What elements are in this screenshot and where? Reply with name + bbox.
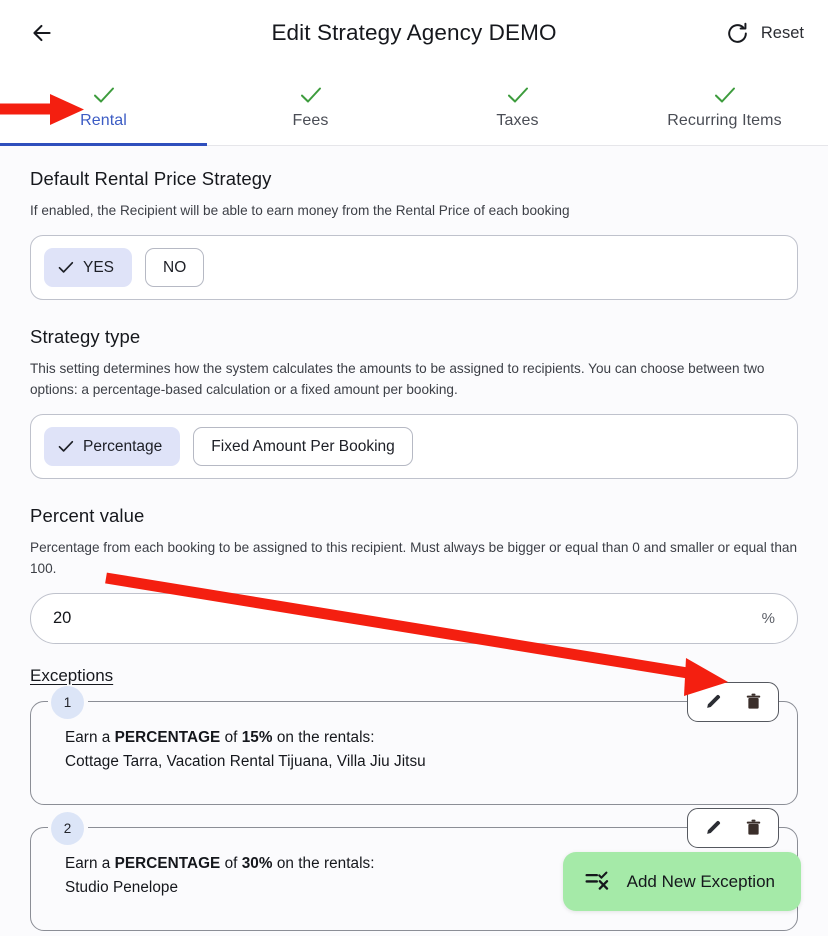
pencil-icon: [706, 821, 720, 835]
exception-card: 1 Earn a PERCENTAGE of 15% on the rental…: [30, 681, 798, 805]
exception-prefix: Earn a: [65, 854, 115, 872]
exception-number-badge: 2: [51, 811, 84, 845]
fab-label: Add New Exception: [626, 871, 775, 891]
percent-suffix: %: [761, 609, 775, 627]
percent-value-input[interactable]: [53, 608, 762, 628]
option-fixed-amount-label: Fixed Amount Per Booking: [211, 437, 395, 455]
reset-button[interactable]: Reset: [717, 15, 806, 52]
refresh-icon: [728, 22, 747, 43]
section-percent-value: Percent value Percentage from each booki…: [30, 505, 798, 644]
option-no[interactable]: NO: [145, 248, 205, 288]
edit-exception-button[interactable]: [701, 690, 725, 714]
trash-icon: [746, 820, 760, 836]
tab-recurring-items[interactable]: Recurring Items: [621, 66, 828, 145]
check-icon: [714, 85, 736, 105]
exception-middle: of: [220, 854, 242, 872]
section-title: Strategy type: [30, 326, 141, 348]
exception-type: PERCENTAGE: [114, 728, 221, 746]
edit-exception-button[interactable]: [701, 816, 725, 840]
tab-bar: Rental Fees Taxes Recurring Items: [0, 66, 828, 146]
check-icon: [58, 440, 74, 453]
option-no-label: NO: [163, 258, 187, 276]
tab-label-fees: Fees: [292, 112, 329, 129]
section-title: Percent value: [30, 505, 145, 527]
exception-amount: 30%: [241, 854, 273, 872]
exception-prefix: Earn a: [65, 728, 115, 746]
tab-label-recurring-items: Recurring Items: [667, 112, 782, 129]
exception-amount: 15%: [241, 728, 273, 746]
section-title: Default Rental Price Strategy: [30, 168, 272, 189]
exception-number-badge: 1: [51, 685, 84, 719]
section-description: If enabled, the Recipient will be able t…: [30, 203, 570, 218]
tab-taxes[interactable]: Taxes: [414, 66, 621, 145]
option-fixed-amount-per-booking[interactable]: Fixed Amount Per Booking: [193, 427, 413, 467]
delete-exception-button[interactable]: [741, 690, 765, 714]
exception-type: PERCENTAGE: [114, 854, 221, 872]
option-yes-label: YES: [83, 258, 115, 276]
section-strategy-type: Strategy type This setting determines ho…: [30, 326, 798, 480]
percent-value-field[interactable]: %: [30, 592, 798, 644]
app-header: Edit Strategy Agency DEMO Reset: [0, 0, 828, 66]
section-default-rental-price-strategy: Default Rental Price Strategy If enabled…: [30, 168, 798, 301]
check-icon: [507, 85, 529, 105]
tab-rental[interactable]: Rental: [0, 66, 207, 146]
strategy-type-option-group: Percentage Fixed Amount Per Booking: [30, 414, 798, 480]
check-icon: [93, 85, 115, 105]
default-rental-option-group: YES NO: [30, 235, 798, 301]
reset-label: Reset: [760, 23, 804, 42]
exception-summary: Earn a PERCENTAGE of 15% on the rentals:: [65, 729, 773, 747]
settings-content: Default Rental Price Strategy If enabled…: [0, 146, 828, 936]
section-description: Percentage from each booking to be assig…: [30, 540, 797, 576]
exception-rentals: Cottage Tarra, Vacation Rental Tijuana, …: [65, 752, 426, 770]
tab-label-taxes: Taxes: [496, 112, 539, 129]
exception-suffix: on the rentals:: [272, 728, 375, 746]
check-icon: [300, 85, 322, 105]
trash-icon: [746, 694, 760, 710]
back-button[interactable]: [22, 13, 62, 53]
playlist-check-icon: [585, 871, 611, 893]
edit-strategy-screen: Edit Strategy Agency DEMO Reset Rental F…: [0, 0, 828, 936]
check-icon: [58, 261, 74, 274]
page-title: Edit Strategy Agency DEMO: [271, 20, 557, 45]
exception-actions: [687, 681, 779, 722]
exception-actions: [687, 807, 779, 848]
arrow-left-icon: [33, 24, 51, 42]
exception-middle: of: [220, 728, 242, 746]
section-description: This setting determines how the system c…: [30, 361, 765, 397]
delete-exception-button[interactable]: [741, 816, 765, 840]
option-percentage-label: Percentage: [83, 437, 163, 455]
pencil-icon: [706, 695, 720, 709]
exceptions-label: Exceptions: [30, 665, 114, 685]
tab-label-rental: Rental: [80, 112, 127, 129]
option-yes[interactable]: YES: [44, 248, 133, 288]
add-new-exception-button[interactable]: Add New Exception: [562, 852, 801, 911]
tab-fees[interactable]: Fees: [207, 66, 414, 145]
option-percentage[interactable]: Percentage: [44, 427, 181, 467]
exception-suffix: on the rentals:: [272, 854, 375, 872]
